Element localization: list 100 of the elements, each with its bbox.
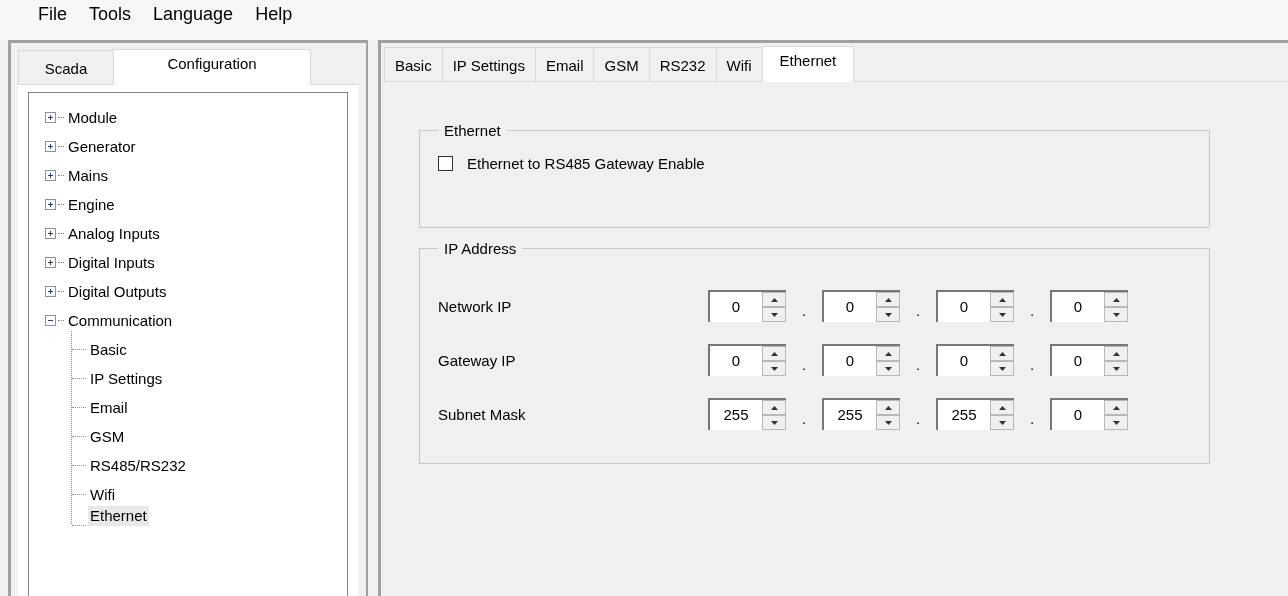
separator-dot: . [1028, 300, 1036, 319]
tab[interactable]: Scada [18, 50, 114, 84]
tree-item[interactable]: Basic [88, 339, 129, 360]
tab[interactable]: Ethernet [761, 46, 855, 82]
expand-icon[interactable] [45, 199, 56, 210]
separator-dot: . [800, 300, 808, 319]
tree-item[interactable]: Generator [66, 136, 138, 157]
spin-box[interactable]: 255 [936, 398, 1014, 430]
down-arrow-icon[interactable] [998, 366, 1006, 371]
up-arrow-icon[interactable] [770, 405, 778, 410]
tree-item[interactable]: Analog Inputs [66, 223, 162, 244]
down-arrow-icon[interactable] [884, 420, 892, 425]
up-arrow-icon[interactable] [998, 351, 1006, 356]
up-arrow-icon[interactable] [770, 351, 778, 356]
spin-down-button[interactable] [762, 415, 786, 430]
up-arrow-icon[interactable] [1112, 351, 1120, 356]
spin-box[interactable]: 0 [1050, 344, 1128, 376]
spin-up-button[interactable] [1104, 400, 1128, 415]
spin-down-button[interactable] [990, 307, 1014, 322]
up-arrow-icon[interactable] [998, 297, 1006, 302]
checkbox-label: Ethernet to RS485 Gateway Enable [467, 155, 705, 172]
down-arrow-icon[interactable] [884, 312, 892, 317]
down-arrow-icon[interactable] [884, 366, 892, 371]
spin-box[interactable]: 255 [708, 398, 786, 430]
spin-down-button[interactable] [1104, 307, 1128, 322]
spin-up-button[interactable] [1104, 346, 1128, 361]
spin-down-button[interactable] [762, 361, 786, 376]
spin-down-button[interactable] [876, 307, 900, 322]
separator-dot: . [1028, 408, 1036, 427]
tab[interactable]: Configuration [113, 49, 311, 85]
spin-up-button[interactable] [876, 292, 900, 307]
up-arrow-icon[interactable] [770, 297, 778, 302]
down-arrow-icon[interactable] [1112, 366, 1120, 371]
down-arrow-icon[interactable] [998, 312, 1006, 317]
spin-up-button[interactable] [762, 346, 786, 361]
tab[interactable]: Basic [384, 47, 443, 81]
expand-icon[interactable] [45, 170, 56, 181]
separator-dot: . [800, 408, 808, 427]
spin-down-button[interactable] [990, 415, 1014, 430]
menu-item[interactable]: Tools [81, 0, 146, 28]
tree-item[interactable]: IP Settings [88, 368, 165, 389]
spin-down-button[interactable] [876, 415, 900, 430]
tree-item[interactable]: Email [88, 397, 130, 418]
tree-item[interactable]: Module [66, 107, 120, 128]
collapse-icon[interactable] [45, 315, 56, 326]
expand-icon[interactable] [45, 228, 56, 239]
spin-up-button[interactable] [876, 400, 900, 415]
tree-item[interactable]: Wifi [88, 484, 117, 505]
separator-dot: . [914, 354, 922, 373]
down-arrow-icon[interactable] [998, 420, 1006, 425]
spin-down-button[interactable] [1104, 361, 1128, 376]
tree-item[interactable]: Communication [66, 310, 175, 331]
expand-icon[interactable] [45, 141, 56, 152]
spin-down-button[interactable] [762, 307, 786, 322]
spin-box[interactable]: 0 [1050, 290, 1128, 322]
spin-box[interactable]: 0 [822, 344, 900, 376]
spin-up-button[interactable] [990, 400, 1014, 415]
tree-item[interactable]: Mains [66, 165, 110, 186]
spin-box[interactable]: 0 [936, 290, 1014, 322]
spin-box[interactable]: 255 [822, 398, 900, 430]
menu-item[interactable]: Help [247, 0, 307, 28]
spin-down-button[interactable] [1104, 415, 1128, 430]
tree-item[interactable]: Digital Inputs [66, 252, 157, 273]
spin-up-button[interactable] [762, 400, 786, 415]
tree-item[interactable]: Engine [66, 194, 117, 215]
tree-item[interactable]: GSM [88, 426, 127, 447]
expand-icon[interactable] [45, 286, 56, 297]
menu-item[interactable]: File [30, 0, 81, 28]
spin-up-button[interactable] [990, 292, 1014, 307]
expand-icon[interactable] [45, 112, 56, 123]
menu-item[interactable]: Language [145, 0, 248, 28]
down-arrow-icon[interactable] [770, 312, 778, 317]
spin-box[interactable]: 0 [822, 290, 900, 322]
expand-icon[interactable] [45, 257, 56, 268]
checkbox[interactable] [438, 156, 453, 171]
spin-box[interactable]: 0 [708, 344, 786, 376]
down-arrow-icon[interactable] [1112, 312, 1120, 317]
up-arrow-icon[interactable] [998, 405, 1006, 410]
tree-item[interactable]: RS485/RS232 [88, 455, 188, 476]
up-arrow-icon[interactable] [884, 351, 892, 356]
up-arrow-icon[interactable] [884, 405, 892, 410]
down-arrow-icon[interactable] [1112, 420, 1120, 425]
down-arrow-icon[interactable] [770, 366, 778, 371]
up-arrow-icon[interactable] [884, 297, 892, 302]
spin-down-button[interactable] [990, 361, 1014, 376]
spin-up-button[interactable] [876, 346, 900, 361]
spin-up-button[interactable] [762, 292, 786, 307]
up-arrow-icon[interactable] [1112, 297, 1120, 302]
spin-box[interactable]: 0 [1050, 398, 1128, 430]
spin-box[interactable]: 0 [936, 344, 1014, 376]
spin-up-button[interactable] [990, 346, 1014, 361]
up-arrow-icon[interactable] [1112, 405, 1120, 410]
down-arrow-icon[interactable] [770, 420, 778, 425]
tree-item[interactable]: Ethernet [88, 506, 149, 526]
spin-down-button[interactable] [876, 361, 900, 376]
tree-item[interactable]: Digital Outputs [66, 281, 169, 302]
spin-box[interactable]: 0 [708, 290, 786, 322]
field-label: Network IP [438, 297, 513, 315]
separator-dot: . [1028, 354, 1036, 373]
spin-up-button[interactable] [1104, 292, 1128, 307]
